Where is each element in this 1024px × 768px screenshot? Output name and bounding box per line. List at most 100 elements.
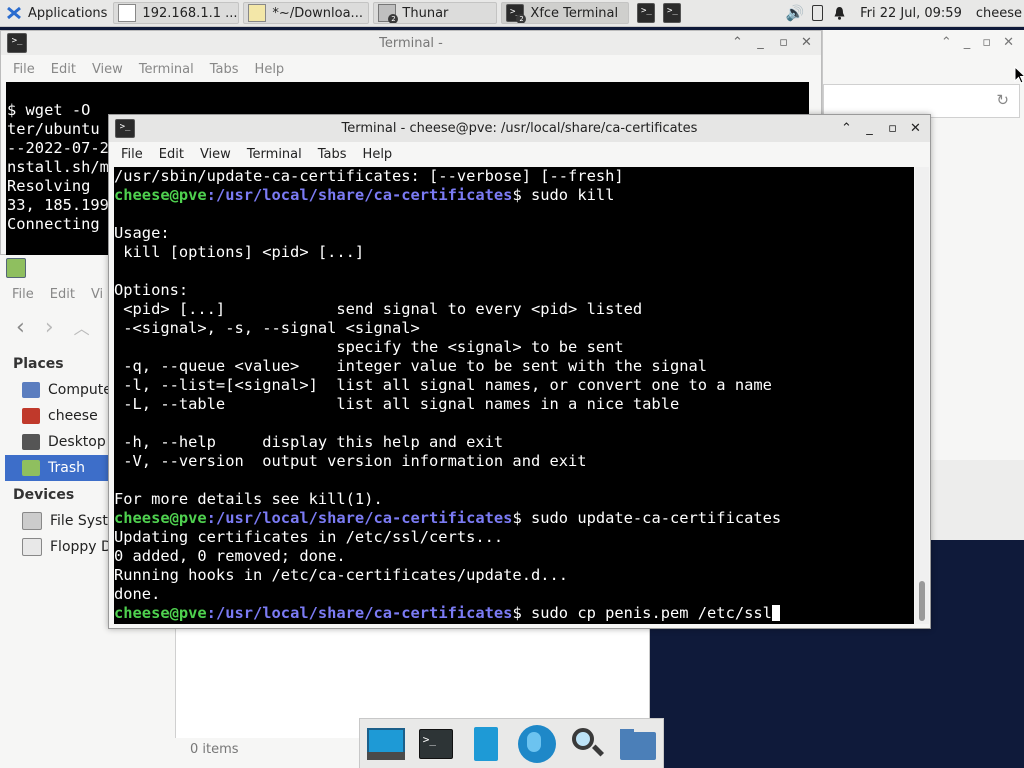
taskbar-item-editor[interactable]: *~/Downloa... bbox=[243, 2, 370, 24]
workspace-2[interactable]: >_ bbox=[663, 1, 691, 25]
notification-bell-icon[interactable] bbox=[827, 1, 852, 25]
volume-icon[interactable]: 🔊 bbox=[781, 1, 808, 25]
minimize-icon[interactable]: ⌃ bbox=[941, 35, 952, 50]
shade-icon[interactable]: ⌃ bbox=[729, 34, 746, 51]
xfce-logo-icon bbox=[7, 6, 21, 20]
prompt-line: cheese@pve:/usr/local/share/ca-certifica… bbox=[114, 604, 914, 623]
menu-edit[interactable]: Edit bbox=[51, 62, 76, 77]
window-title: Terminal - bbox=[379, 35, 443, 51]
trash-icon bbox=[6, 258, 26, 278]
document-icon bbox=[118, 4, 137, 22]
close-icon[interactable]: ✕ bbox=[907, 120, 924, 137]
terminal-line: Options: bbox=[114, 281, 189, 299]
up-arrow-icon[interactable]: ︿ bbox=[74, 315, 90, 339]
terminal-line: Updating certificates in /etc/ssl/certs.… bbox=[114, 528, 504, 546]
menu-tabs[interactable]: Tabs bbox=[210, 62, 239, 77]
menu-edit[interactable]: Edit bbox=[50, 287, 75, 302]
user-menu[interactable]: cheese bbox=[970, 1, 1024, 25]
taskbar-item-label: Thunar bbox=[402, 5, 449, 21]
terminal-window: >_ Terminal - cheese@pve: /usr/local/sha… bbox=[108, 114, 931, 629]
close-icon[interactable]: ✕ bbox=[1003, 35, 1014, 50]
taskbar-item-thunar[interactable]: 2 Thunar bbox=[373, 2, 498, 24]
prompt-path: :/usr/local/share/ca-certificates bbox=[206, 509, 513, 527]
top-panel: Applications 192.168.1.1 ... *~/Downloa.… bbox=[0, 0, 1024, 27]
terminal-menubar: File Edit View Terminal Tabs Help bbox=[109, 142, 930, 167]
menu-help[interactable]: Help bbox=[255, 62, 285, 77]
titlebar[interactable]: >_ Terminal - ⌃ _ ▫ ✕ bbox=[1, 31, 821, 55]
prompt-path: :/usr/local/share/ca-certificates bbox=[206, 186, 513, 204]
terminal-line: -l, --list=[<signal>] list all signal na… bbox=[114, 376, 772, 394]
prompt-line: cheese@pve:/usr/local/share/ca-certifica… bbox=[114, 186, 914, 205]
minimize-icon[interactable]: _ bbox=[964, 35, 971, 50]
terminal-line: -q, --queue <value> integer value to be … bbox=[114, 357, 708, 375]
menu-file[interactable]: File bbox=[12, 287, 34, 302]
terminal-line: 0 added, 0 removed; done. bbox=[114, 547, 346, 565]
terminal-output[interactable]: /usr/sbin/update-ca-certificates: [--ver… bbox=[114, 167, 914, 624]
prompt-path: :/usr/local/share/ca-certificates bbox=[206, 604, 513, 622]
menu-file[interactable]: File bbox=[13, 62, 35, 77]
taskbar-item-label: Xfce Terminal bbox=[530, 5, 619, 21]
menu-view[interactable]: View bbox=[200, 147, 231, 162]
shade-icon[interactable]: ⌃ bbox=[838, 120, 855, 137]
terminal-icon: >_ bbox=[637, 3, 656, 23]
menu-terminal[interactable]: Terminal bbox=[139, 62, 194, 77]
command-text: $ sudo kill bbox=[512, 186, 615, 204]
sidebar-item-label: Trash bbox=[48, 460, 85, 476]
terminal-line: kill [options] <pid> [...] bbox=[114, 243, 365, 261]
scrollbar[interactable] bbox=[915, 167, 929, 624]
web-browser-icon[interactable] bbox=[517, 724, 557, 764]
terminal-line: specify the <signal> to be sent bbox=[114, 338, 624, 356]
terminal-icon[interactable]: >_ bbox=[416, 724, 456, 764]
maximize-icon[interactable]: ▫ bbox=[982, 35, 991, 50]
terminal-line: -h, --help display this help and exit bbox=[114, 433, 504, 451]
sidebar-item-label: File Syste bbox=[50, 513, 117, 529]
sidebar-item-label: Floppy D bbox=[50, 539, 112, 555]
command-text: $ sudo update-ca-certificates bbox=[512, 509, 782, 527]
forward-arrow-icon[interactable]: › bbox=[45, 315, 54, 340]
titlebar[interactable]: >_ Terminal - cheese@pve: /usr/local/sha… bbox=[109, 115, 930, 142]
maximize-icon[interactable]: ▫ bbox=[775, 34, 792, 51]
scrollbar-thumb[interactable] bbox=[919, 581, 925, 621]
trash-icon bbox=[22, 460, 40, 476]
workspace-1[interactable]: >_ bbox=[633, 1, 663, 25]
menu-file[interactable]: File bbox=[121, 147, 143, 162]
window-count-badge: 2 bbox=[388, 14, 399, 23]
taskbar-item-label: *~/Downloa... bbox=[272, 5, 363, 21]
maximize-icon[interactable]: ▫ bbox=[884, 120, 901, 137]
close-icon[interactable]: ✕ bbox=[798, 34, 815, 51]
terminal-line: For more details see kill(1). bbox=[114, 490, 383, 508]
terminal-line: done. bbox=[114, 585, 161, 603]
app-finder-icon[interactable] bbox=[567, 724, 607, 764]
prompt-user: cheese@pve bbox=[114, 186, 207, 204]
terminal-icon: >_ bbox=[663, 3, 682, 23]
menu-view[interactable]: View bbox=[92, 62, 123, 77]
text-editor-icon bbox=[248, 4, 267, 22]
menu-terminal[interactable]: Terminal bbox=[247, 147, 302, 162]
minimize-icon[interactable]: _ bbox=[752, 34, 769, 51]
thunar-icon: 2 bbox=[378, 4, 399, 23]
text-cursor bbox=[771, 605, 780, 621]
taskbar-item-terminal[interactable]: >_ 2 Xfce Terminal bbox=[501, 2, 630, 24]
applications-menu[interactable]: Applications bbox=[0, 1, 113, 25]
show-desktop-icon[interactable] bbox=[365, 724, 406, 764]
menu-tabs[interactable]: Tabs bbox=[318, 147, 347, 162]
menu-help[interactable]: Help bbox=[363, 147, 393, 162]
computer-icon bbox=[22, 382, 40, 398]
taskbar-item-router[interactable]: 192.168.1.1 ... bbox=[113, 2, 240, 24]
menu-edit[interactable]: Edit bbox=[159, 147, 184, 162]
file-manager-icon[interactable] bbox=[466, 724, 506, 764]
menu-view[interactable]: Vi bbox=[91, 287, 103, 302]
reload-icon[interactable]: ↻ bbox=[996, 91, 1009, 109]
battery-icon[interactable] bbox=[808, 1, 827, 25]
back-arrow-icon[interactable]: ‹ bbox=[16, 315, 25, 340]
desktop-icon bbox=[22, 434, 40, 450]
address-bar[interactable]: ↻ bbox=[823, 84, 1020, 118]
clock[interactable]: Fri 22 Jul, 09:59 bbox=[852, 1, 970, 25]
minimize-icon[interactable]: _ bbox=[861, 120, 878, 137]
sidebar-item-label: cheese bbox=[48, 408, 98, 424]
home-icon bbox=[22, 408, 40, 424]
folder-icon[interactable] bbox=[618, 724, 658, 764]
